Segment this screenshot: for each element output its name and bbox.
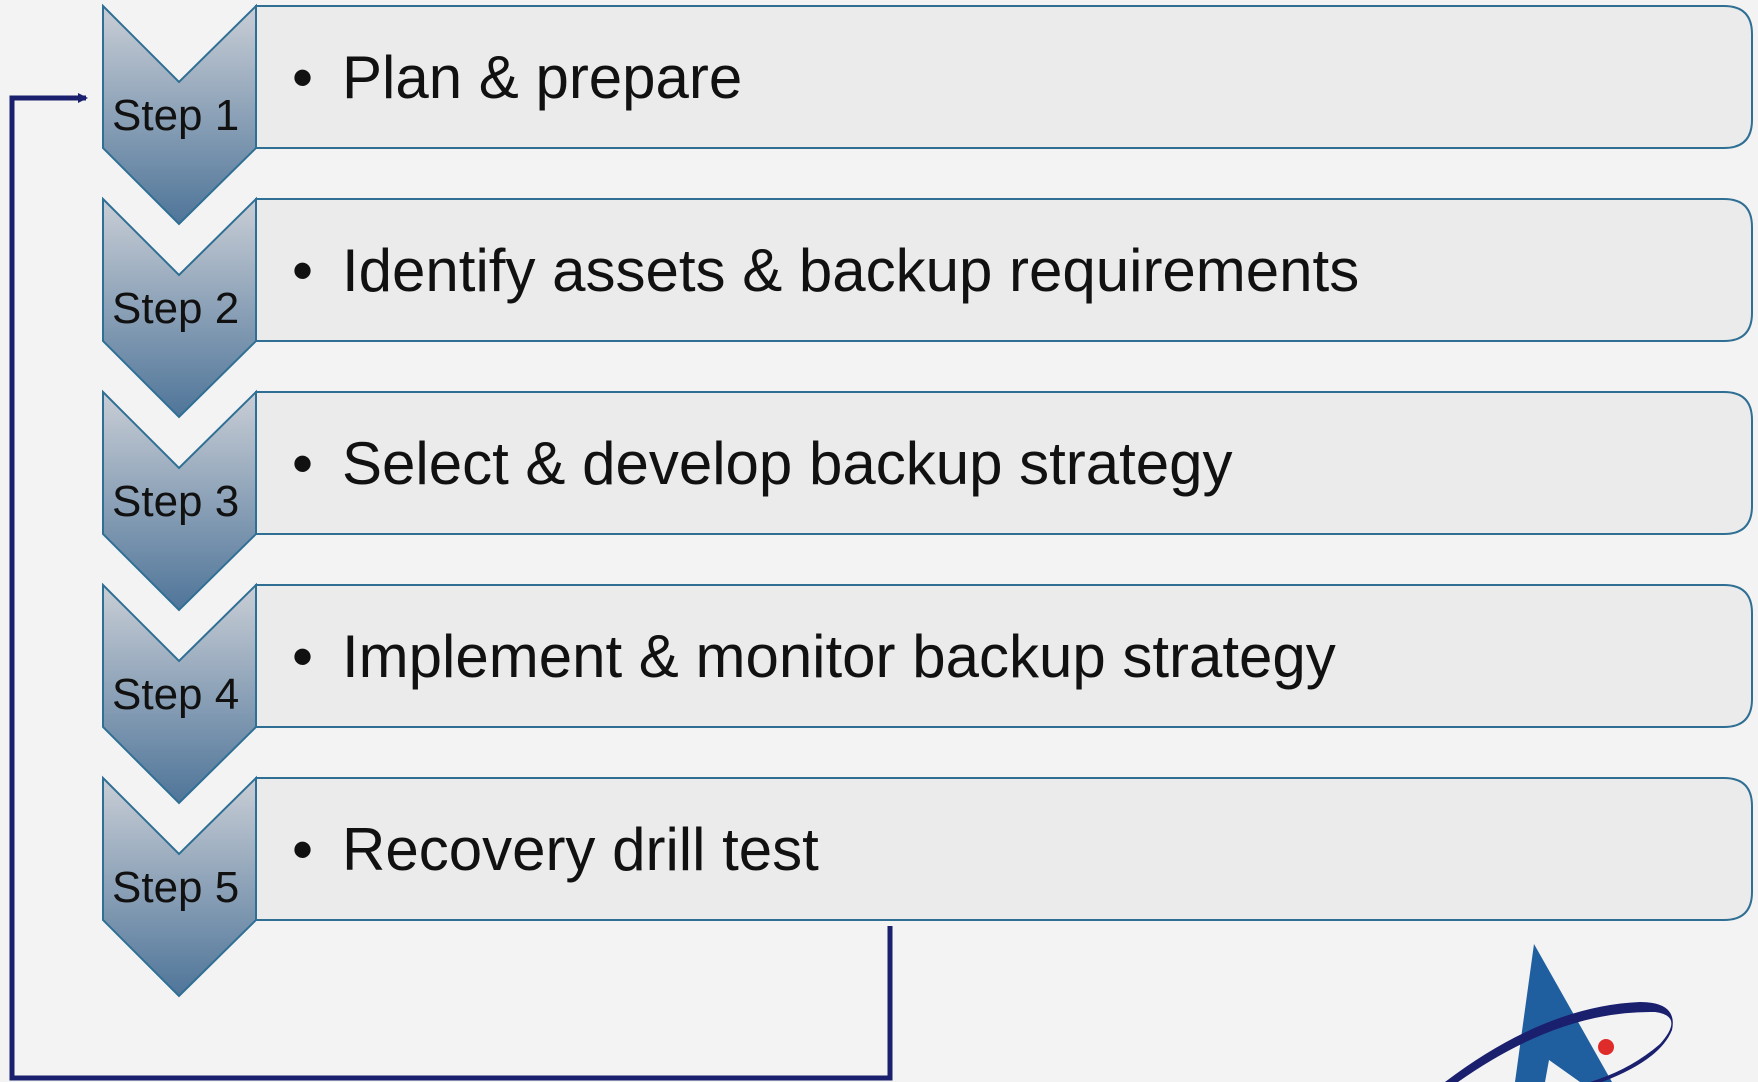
- step-2-text: Identify assets & backup requirements: [342, 237, 1359, 304]
- step-2: Step 2 • Identify assets & backup requir…: [102, 196, 1753, 419]
- step-1: Step 1 • Plan & prepare: [102, 3, 1753, 226]
- step-3-label: Step 3: [112, 477, 239, 526]
- step-3-text: Select & develop backup strategy: [342, 430, 1233, 497]
- step-5-bullet: •: [292, 816, 313, 883]
- step-3-bullet: •: [292, 430, 313, 497]
- logo-dot: [1598, 1039, 1614, 1055]
- step-3: Step 3 • Select & develop backup strateg…: [102, 389, 1753, 612]
- step-5-label: Step 5: [112, 863, 239, 912]
- step-1-text: Plan & prepare: [342, 44, 742, 111]
- step-4-label: Step 4: [112, 670, 239, 719]
- step-4: Step 4 • Implement & monitor backup stra…: [102, 582, 1753, 805]
- step-4-bullet: •: [292, 623, 313, 690]
- step-2-bullet: •: [292, 237, 313, 304]
- step-4-text: Implement & monitor backup strategy: [342, 623, 1336, 690]
- step-5-text: Recovery drill test: [342, 816, 819, 883]
- step-2-label: Step 2: [112, 284, 239, 333]
- step-1-label: Step 1: [112, 91, 239, 140]
- step-5: Step 5 • Recovery drill test: [102, 775, 1753, 998]
- company-logo-icon: [1445, 944, 1673, 1082]
- step-1-bullet: •: [292, 44, 313, 111]
- process-diagram: Step 1 • Plan & prepare Step 2 • Identif…: [9, 3, 1753, 1082]
